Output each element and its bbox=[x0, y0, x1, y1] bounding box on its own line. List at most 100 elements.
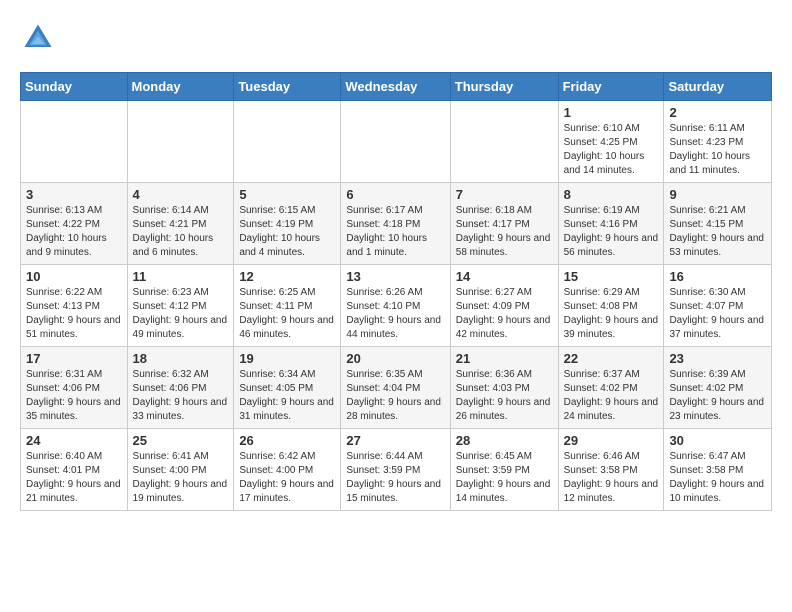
calendar-cell: 8Sunrise: 6:19 AM Sunset: 4:16 PM Daylig… bbox=[558, 183, 664, 265]
calendar-cell: 28 Sunrise: 6:45 AM Sunset: 3:59 PM Dayli… bbox=[450, 429, 558, 511]
day-info: Sunrise: 6:47 AM Sunset: 3:58 PM Dayligh… bbox=[669, 450, 766, 506]
day-number: 4 bbox=[133, 187, 229, 202]
day-info: Sunrise: 6:31 AM Sunset: 4:06 PM Dayligh… bbox=[26, 368, 122, 424]
calendar-cell: 1Sunrise: 6:10 AM Sunset: 4:25 PM Daylig… bbox=[558, 101, 664, 183]
calendar-cell bbox=[234, 101, 341, 183]
day-number: 15 bbox=[564, 269, 659, 284]
calendar-header-row: SundayMondayTuesdayWednesdayThursdayFrid… bbox=[21, 73, 772, 101]
day-info: Sunrise: 6:42 AM Sunset: 4:00 PM Dayligh… bbox=[239, 450, 335, 506]
weekday-header: Sunday bbox=[21, 73, 128, 101]
calendar-cell: 20 Sunrise: 6:35 AM Sunset: 4:04 PM Dayli… bbox=[341, 347, 450, 429]
calendar-cell: 5 Sunrise: 6:15 AM Sunset: 4:19 PM Daylig… bbox=[234, 183, 341, 265]
day-info: Sunrise: 6:15 AM Sunset: 4:19 PM Dayligh… bbox=[239, 204, 335, 260]
calendar-week-row: 24 Sunrise: 6:40 AM Sunset: 4:01 PM Dayli… bbox=[21, 429, 772, 511]
calendar-cell: 15Sunrise: 6:29 AM Sunset: 4:08 PM Dayli… bbox=[558, 265, 664, 347]
calendar-cell: 6 Sunrise: 6:17 AM Sunset: 4:18 PM Daylig… bbox=[341, 183, 450, 265]
day-info: Sunrise: 6:11 AM Sunset: 4:23 PM Dayligh… bbox=[669, 122, 766, 178]
day-info: Sunrise: 6:21 AM Sunset: 4:15 PM Dayligh… bbox=[669, 204, 766, 260]
calendar-week-row: 10 Sunrise: 6:22 AM Sunset: 4:13 PM Dayli… bbox=[21, 265, 772, 347]
calendar-cell: 25 Sunrise: 6:41 AM Sunset: 4:00 PM Dayli… bbox=[127, 429, 234, 511]
day-number: 25 bbox=[133, 433, 229, 448]
day-number: 7 bbox=[456, 187, 553, 202]
weekday-header: Friday bbox=[558, 73, 664, 101]
day-info: Sunrise: 6:30 AM Sunset: 4:07 PM Dayligh… bbox=[669, 286, 766, 342]
day-info: Sunrise: 6:10 AM Sunset: 4:25 PM Dayligh… bbox=[564, 122, 659, 178]
day-number: 3 bbox=[26, 187, 122, 202]
day-info: Sunrise: 6:35 AM Sunset: 4:04 PM Dayligh… bbox=[346, 368, 444, 424]
calendar-cell: 16 Sunrise: 6:30 AM Sunset: 4:07 PM Dayli… bbox=[664, 265, 772, 347]
day-info: Sunrise: 6:37 AM Sunset: 4:02 PM Dayligh… bbox=[564, 368, 659, 424]
day-info: Sunrise: 6:17 AM Sunset: 4:18 PM Dayligh… bbox=[346, 204, 444, 260]
weekday-header: Thursday bbox=[450, 73, 558, 101]
calendar-cell: 12Sunrise: 6:25 AM Sunset: 4:11 PM Dayli… bbox=[234, 265, 341, 347]
day-info: Sunrise: 6:23 AM Sunset: 4:12 PM Dayligh… bbox=[133, 286, 229, 342]
calendar-cell: 27Sunrise: 6:44 AM Sunset: 3:59 PM Dayli… bbox=[341, 429, 450, 511]
calendar-cell bbox=[450, 101, 558, 183]
calendar-cell: 26Sunrise: 6:42 AM Sunset: 4:00 PM Dayli… bbox=[234, 429, 341, 511]
day-number: 21 bbox=[456, 351, 553, 366]
calendar-cell: 24 Sunrise: 6:40 AM Sunset: 4:01 PM Dayli… bbox=[21, 429, 128, 511]
day-info: Sunrise: 6:34 AM Sunset: 4:05 PM Dayligh… bbox=[239, 368, 335, 424]
calendar-cell bbox=[21, 101, 128, 183]
day-number: 28 bbox=[456, 433, 553, 448]
day-info: Sunrise: 6:45 AM Sunset: 3:59 PM Dayligh… bbox=[456, 450, 553, 506]
day-number: 18 bbox=[133, 351, 229, 366]
calendar-cell: 11 Sunrise: 6:23 AM Sunset: 4:12 PM Dayli… bbox=[127, 265, 234, 347]
day-info: Sunrise: 6:22 AM Sunset: 4:13 PM Dayligh… bbox=[26, 286, 122, 342]
day-info: Sunrise: 6:36 AM Sunset: 4:03 PM Dayligh… bbox=[456, 368, 553, 424]
day-number: 19 bbox=[239, 351, 335, 366]
calendar-cell: 22 Sunrise: 6:37 AM Sunset: 4:02 PM Dayli… bbox=[558, 347, 664, 429]
day-number: 14 bbox=[456, 269, 553, 284]
day-number: 12 bbox=[239, 269, 335, 284]
calendar-week-row: 1Sunrise: 6:10 AM Sunset: 4:25 PM Daylig… bbox=[21, 101, 772, 183]
day-number: 30 bbox=[669, 433, 766, 448]
calendar-cell: 19 Sunrise: 6:34 AM Sunset: 4:05 PM Dayli… bbox=[234, 347, 341, 429]
day-number: 16 bbox=[669, 269, 766, 284]
calendar-cell: 30 Sunrise: 6:47 AM Sunset: 3:58 PM Dayli… bbox=[664, 429, 772, 511]
calendar-cell: 23Sunrise: 6:39 AM Sunset: 4:02 PM Dayli… bbox=[664, 347, 772, 429]
calendar-cell: 14Sunrise: 6:27 AM Sunset: 4:09 PM Dayli… bbox=[450, 265, 558, 347]
day-number: 29 bbox=[564, 433, 659, 448]
calendar-cell: 17 Sunrise: 6:31 AM Sunset: 4:06 PM Dayli… bbox=[21, 347, 128, 429]
weekday-header: Tuesday bbox=[234, 73, 341, 101]
day-info: Sunrise: 6:18 AM Sunset: 4:17 PM Dayligh… bbox=[456, 204, 553, 260]
weekday-header: Wednesday bbox=[341, 73, 450, 101]
calendar-cell: 4Sunrise: 6:14 AM Sunset: 4:21 PM Daylig… bbox=[127, 183, 234, 265]
calendar-cell: 29 Sunrise: 6:46 AM Sunset: 3:58 PM Dayli… bbox=[558, 429, 664, 511]
day-number: 17 bbox=[26, 351, 122, 366]
day-info: Sunrise: 6:44 AM Sunset: 3:59 PM Dayligh… bbox=[346, 450, 444, 506]
calendar-cell: 3 Sunrise: 6:13 AM Sunset: 4:22 PM Daylig… bbox=[21, 183, 128, 265]
day-info: Sunrise: 6:40 AM Sunset: 4:01 PM Dayligh… bbox=[26, 450, 122, 506]
day-info: Sunrise: 6:46 AM Sunset: 3:58 PM Dayligh… bbox=[564, 450, 659, 506]
day-number: 13 bbox=[346, 269, 444, 284]
day-info: Sunrise: 6:41 AM Sunset: 4:00 PM Dayligh… bbox=[133, 450, 229, 506]
day-number: 10 bbox=[26, 269, 122, 284]
day-number: 2 bbox=[669, 105, 766, 120]
day-info: Sunrise: 6:13 AM Sunset: 4:22 PM Dayligh… bbox=[26, 204, 122, 260]
day-number: 9 bbox=[669, 187, 766, 202]
page-header bbox=[20, 20, 772, 56]
day-info: Sunrise: 6:26 AM Sunset: 4:10 PM Dayligh… bbox=[346, 286, 444, 342]
day-number: 22 bbox=[564, 351, 659, 366]
calendar-cell: 13 Sunrise: 6:26 AM Sunset: 4:10 PM Dayli… bbox=[341, 265, 450, 347]
calendar-cell bbox=[127, 101, 234, 183]
day-number: 20 bbox=[346, 351, 444, 366]
logo-icon bbox=[20, 20, 56, 56]
day-number: 6 bbox=[346, 187, 444, 202]
calendar-week-row: 3 Sunrise: 6:13 AM Sunset: 4:22 PM Daylig… bbox=[21, 183, 772, 265]
calendar-cell: 10 Sunrise: 6:22 AM Sunset: 4:13 PM Dayli… bbox=[21, 265, 128, 347]
logo bbox=[20, 20, 60, 56]
calendar-cell: 2 Sunrise: 6:11 AM Sunset: 4:23 PM Daylig… bbox=[664, 101, 772, 183]
calendar-cell bbox=[341, 101, 450, 183]
calendar-cell: 7 Sunrise: 6:18 AM Sunset: 4:17 PM Daylig… bbox=[450, 183, 558, 265]
day-number: 24 bbox=[26, 433, 122, 448]
calendar-cell: 21 Sunrise: 6:36 AM Sunset: 4:03 PM Dayli… bbox=[450, 347, 558, 429]
day-info: Sunrise: 6:32 AM Sunset: 4:06 PM Dayligh… bbox=[133, 368, 229, 424]
day-info: Sunrise: 6:39 AM Sunset: 4:02 PM Dayligh… bbox=[669, 368, 766, 424]
day-number: 5 bbox=[239, 187, 335, 202]
calendar-table: SundayMondayTuesdayWednesdayThursdayFrid… bbox=[20, 72, 772, 511]
day-number: 8 bbox=[564, 187, 659, 202]
weekday-header: Monday bbox=[127, 73, 234, 101]
calendar-week-row: 17 Sunrise: 6:31 AM Sunset: 4:06 PM Dayli… bbox=[21, 347, 772, 429]
day-number: 11 bbox=[133, 269, 229, 284]
